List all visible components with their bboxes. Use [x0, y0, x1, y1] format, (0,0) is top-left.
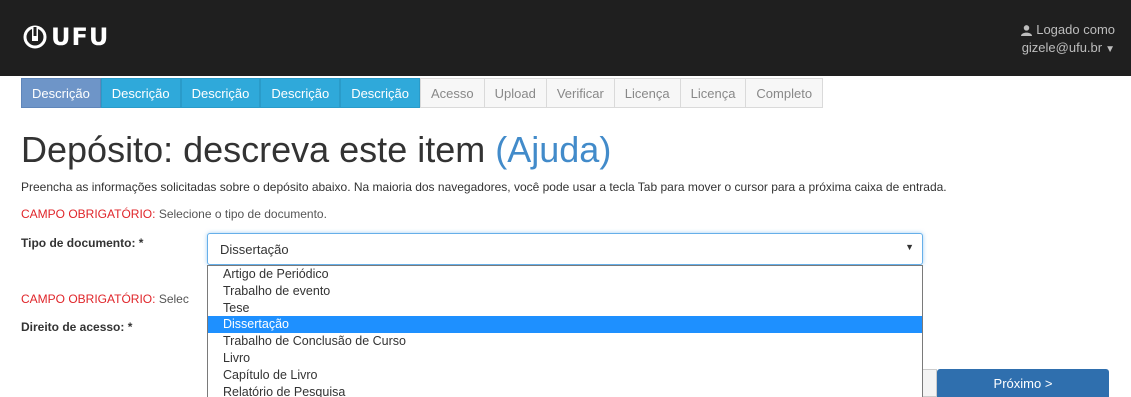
progress-step-descricao-2[interactable]: Descrição	[100, 78, 181, 108]
access-label: Direito de acesso: *	[21, 320, 133, 334]
option-tese[interactable]: Tese	[208, 300, 922, 317]
progress-step-licenca-1[interactable]: Licença	[614, 78, 681, 108]
user-menu[interactable]: Logado como gizele@ufu.br ▼	[1021, 21, 1115, 59]
option-relatorio-de-pesquisa[interactable]: Relatório de Pesquisa	[208, 384, 922, 397]
progress-step-upload[interactable]: Upload	[484, 78, 547, 108]
progress-step-verificar[interactable]: Verificar	[546, 78, 615, 108]
progress-step-descricao-4[interactable]: Descrição	[260, 78, 341, 108]
option-tcc[interactable]: Trabalho de Conclusão de Curso	[208, 333, 922, 350]
help-link[interactable]: (Ajuda)	[495, 129, 611, 170]
intro-text: Preencha as informações solicitadas sobr…	[21, 180, 947, 194]
doc-type-label: Tipo de documento: *	[21, 236, 144, 250]
required-label-access: CAMPO OBRIGATÓRIO:	[21, 292, 156, 306]
option-capitulo-de-livro[interactable]: Capítulo de Livro	[208, 367, 922, 384]
option-artigo-de-periodico[interactable]: Artigo de Periódico	[208, 266, 922, 283]
doc-type-required-message: CAMPO OBRIGATÓRIO: Selecione o tipo de d…	[21, 207, 327, 221]
option-trabalho-de-evento[interactable]: Trabalho de evento	[208, 283, 922, 300]
progress-step-completo[interactable]: Completo	[746, 78, 824, 108]
doc-type-options-list[interactable]: Artigo de Periódico Trabalho de evento T…	[207, 265, 923, 397]
progress-step-descricao-5[interactable]: Descrição	[340, 78, 420, 108]
access-required-message: CAMPO OBRIGATÓRIO: Selec	[21, 292, 189, 306]
required-label: CAMPO OBRIGATÓRIO:	[21, 207, 156, 221]
required-text: Selecione o tipo de documento.	[158, 207, 327, 221]
user-email: gizele@ufu.br	[1021, 40, 1103, 55]
caret-down-icon: ▼	[1105, 44, 1115, 55]
page-title-text: Depósito: descreva este item	[21, 129, 486, 170]
doc-type-select[interactable]: Dissertação ▼	[207, 233, 923, 265]
previous-button[interactable]	[923, 369, 937, 397]
ufu-logo[interactable]: UFU	[23, 22, 109, 52]
next-button[interactable]: Próximo >	[937, 369, 1109, 397]
option-dissertacao[interactable]: Dissertação	[208, 316, 922, 334]
page-title: Depósito: descreva este item (Ajuda)	[21, 128, 611, 172]
ufu-logo-icon	[23, 25, 47, 49]
submission-progress: Descrição Descrição Descrição Descrição …	[21, 78, 824, 108]
logged-as-label: Logado como	[1036, 22, 1115, 37]
progress-step-descricao-1[interactable]: Descrição	[21, 78, 101, 108]
progress-step-acesso[interactable]: Acesso	[419, 78, 485, 108]
top-navbar: UFU Logado como gizele@ufu.br ▼	[0, 0, 1131, 76]
user-icon	[1021, 24, 1033, 36]
select-arrow-icon: ▼	[905, 242, 914, 252]
doc-type-selected-value: Dissertação	[220, 242, 289, 257]
access-required-text: Selec	[158, 292, 189, 306]
option-livro[interactable]: Livro	[208, 350, 922, 367]
progress-step-descricao-3[interactable]: Descrição	[180, 78, 261, 108]
progress-step-licenca-2[interactable]: Licença	[680, 78, 747, 108]
logo-text: UFU	[51, 23, 110, 51]
